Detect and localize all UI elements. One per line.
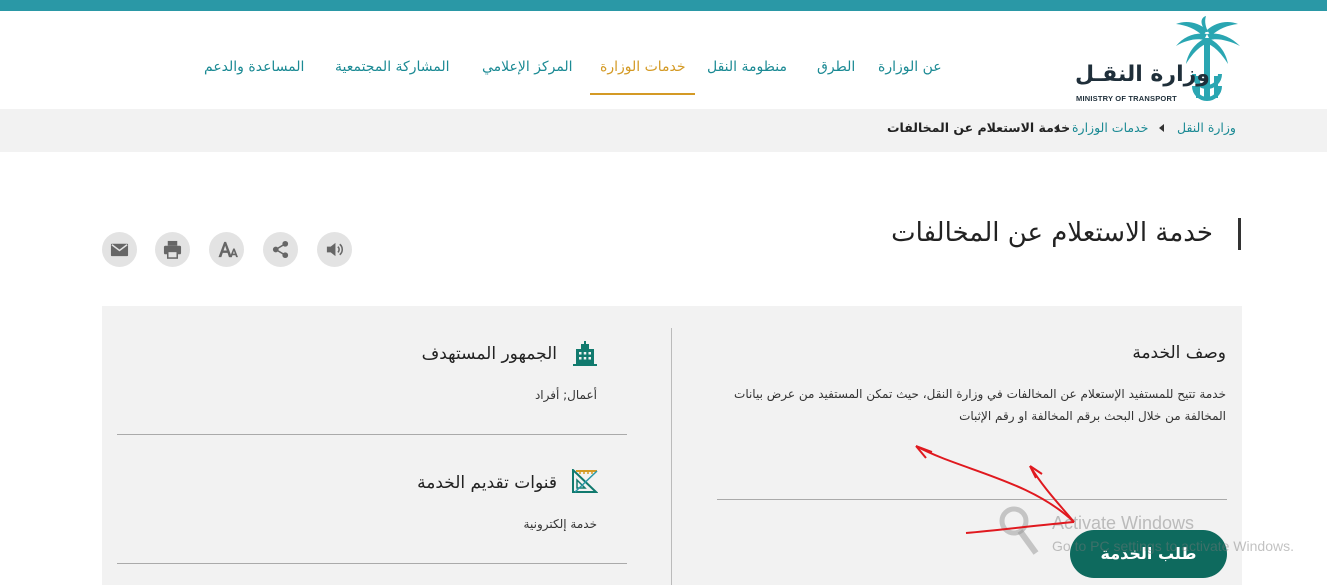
email-icon — [110, 243, 129, 257]
logo-title: وزارة النقـل — [1075, 62, 1210, 87]
breadcrumb: وزارة النقل خدمات الوزارة خدمة الاستعلام… — [0, 109, 1327, 152]
nav-item-community-participation[interactable]: المشاركة المجتمعية — [335, 59, 449, 75]
activate-windows-subtitle: Go to PC settings to activate Windows. — [1052, 538, 1294, 554]
activate-windows-title: Activate Windows — [1052, 513, 1195, 533]
building-icon — [573, 341, 597, 366]
target-audience-title: الجمهور المستهدف — [421, 344, 557, 364]
share-button[interactable] — [263, 232, 298, 267]
audience-divider — [117, 434, 627, 435]
font-size-button[interactable] — [209, 232, 244, 267]
speaker-icon — [326, 242, 344, 257]
service-channels-value: خدمة إلكترونية — [523, 517, 597, 531]
nav-item-roads[interactable]: الطرق — [817, 59, 855, 75]
print-button[interactable] — [155, 232, 190, 267]
palm-logo-icon — [1176, 16, 1240, 101]
listen-button[interactable] — [317, 232, 352, 267]
print-icon — [163, 240, 182, 259]
channels-divider — [117, 563, 627, 564]
panel-column-divider — [671, 328, 672, 585]
active-nav-indicator — [590, 93, 695, 95]
key-watermark-icon — [999, 506, 1039, 555]
nav-item-transport-system[interactable]: منظومة النقل — [707, 59, 787, 75]
share-icon — [272, 240, 289, 259]
breadcrumb-current: خدمة الاستعلام عن المخالفات — [887, 120, 1071, 135]
ruler-triangle-icon — [572, 469, 598, 493]
breadcrumb-separator-icon — [1159, 124, 1164, 132]
description-divider — [717, 499, 1227, 500]
target-audience-value: أعمال; أفراد — [534, 388, 597, 402]
nav-item-ministry-services[interactable]: خدمات الوزارة — [600, 59, 686, 75]
ministry-logo[interactable]: وزارة النقـل MINISTRY OF TRANSPORT — [1070, 16, 1245, 104]
breadcrumb-services[interactable]: خدمات الوزارة — [1072, 120, 1148, 135]
nav-item-about[interactable]: عن الوزارة — [878, 59, 942, 75]
email-button[interactable] — [102, 232, 137, 267]
page-title: خدمة الاستعلام عن المخالفات — [891, 218, 1213, 248]
service-channels-title: قنوات تقديم الخدمة — [417, 473, 557, 493]
service-description-text: خدمة تتيح للمستفيد الإستعلام عن المخالفا… — [734, 387, 1226, 423]
title-accent-bar — [1238, 218, 1241, 250]
breadcrumb-home[interactable]: وزارة النقل — [1177, 120, 1236, 135]
nav-item-help-support[interactable]: المساعدة والدعم — [204, 59, 304, 75]
top-accent-bar — [0, 0, 1327, 11]
nav-item-media-center[interactable]: المركز الإعلامي — [482, 59, 573, 75]
logo-subtitle: MINISTRY OF TRANSPORT — [1076, 94, 1177, 103]
service-description-title: وصف الخدمة — [1132, 343, 1226, 363]
font-size-icon — [218, 241, 238, 258]
